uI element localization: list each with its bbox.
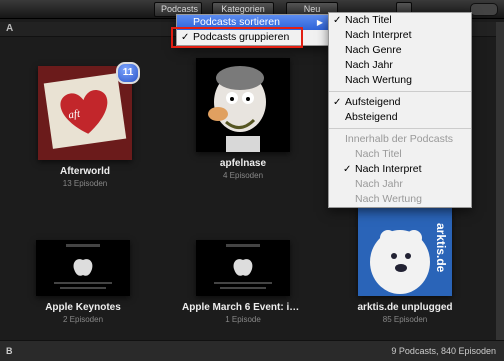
- podcast-artwork: arktis.de: [358, 200, 452, 296]
- checkmark-icon: ✓: [333, 97, 342, 108]
- sort-by-artist[interactable]: Nach Interpret: [329, 28, 471, 43]
- podcast-title: Apple Keynotes: [45, 302, 121, 313]
- status-summary: 9 Podcasts, 840 Episoden: [391, 346, 496, 356]
- section-header-b: B: [6, 346, 13, 356]
- search-input[interactable]: [470, 3, 498, 16]
- checkmark-icon: ✓: [333, 15, 342, 26]
- podcast-title: apfelnase: [219, 158, 267, 169]
- sort-descending[interactable]: Absteigend: [329, 110, 471, 125]
- sort-by-rating[interactable]: Nach Wertung: [329, 73, 471, 88]
- apple-logo-icon: [196, 240, 290, 296]
- podcast-artwork: [196, 58, 290, 152]
- arktis-art-label: arktis.de: [434, 223, 448, 273]
- within-sort-rating: Nach Wertung: [355, 193, 422, 205]
- podcast-episodes: 4 Episoden: [222, 171, 264, 180]
- apple-logo-icon: [36, 240, 130, 296]
- podcast-title: Afterworld: [60, 166, 110, 177]
- menu-separator: [329, 128, 471, 129]
- within-podcasts-label: Innerhalb der Podcasts: [345, 133, 453, 145]
- podcast-tile-apfelnase[interactable]: apfelnase 4 Episoden: [182, 58, 300, 182]
- podcast-episodes: 85 Episoden: [382, 315, 428, 324]
- status-bar: B 9 Podcasts, 840 Episoden: [0, 340, 504, 361]
- within-sort-title: Nach Titel: [355, 148, 402, 160]
- podcast-title: Apple March 6 Event: iPhone ...: [182, 302, 304, 313]
- sort-submenu: ✓ Nach Titel Nach Interpret Nach Genre Na…: [328, 12, 472, 208]
- podcast-episodes: 13 Episoden: [62, 179, 108, 188]
- highlight-outline: [171, 27, 303, 48]
- sort-by-genre[interactable]: Nach Genre: [329, 43, 471, 58]
- podcast-title: arktis.de unplugged: [357, 302, 453, 313]
- podcast-tile-apple-march-event[interactable]: Apple March 6 Event: iPhone ... 1 Episod…: [182, 240, 304, 335]
- sort-by-year[interactable]: Nach Jahr: [329, 58, 471, 73]
- sort-by-title[interactable]: ✓ Nach Titel: [329, 13, 471, 28]
- podcast-tile-apple-keynotes[interactable]: Apple Keynotes 2 Episoden: [22, 240, 140, 335]
- checkmark-icon: ✓: [343, 164, 352, 175]
- scrollbar[interactable]: [496, 22, 504, 340]
- podcast-episodes: 2 Episoden: [62, 315, 104, 324]
- podcast-episodes: 1 Episode: [225, 315, 261, 324]
- within-sort-artist[interactable]: ✓ Nach Interpret: [329, 162, 471, 177]
- cartoon-face-icon: [196, 58, 290, 152]
- menu-separator: [329, 91, 471, 92]
- sort-ascending[interactable]: ✓ Aufsteigend: [329, 95, 471, 110]
- podcast-artwork: [196, 240, 290, 296]
- podcast-tile-arktis[interactable]: arktis.de arktis.de unplugged 85 Episode…: [344, 200, 462, 335]
- submenu-arrow-icon: ▶: [316, 18, 323, 27]
- podcast-tile-afterworld[interactable]: aft 11 Afterworld 13 Episoden: [24, 62, 142, 190]
- unplayed-count-badge: 11: [116, 62, 140, 84]
- within-sort-year: Nach Jahr: [355, 178, 403, 190]
- podcast-artwork: [36, 240, 130, 296]
